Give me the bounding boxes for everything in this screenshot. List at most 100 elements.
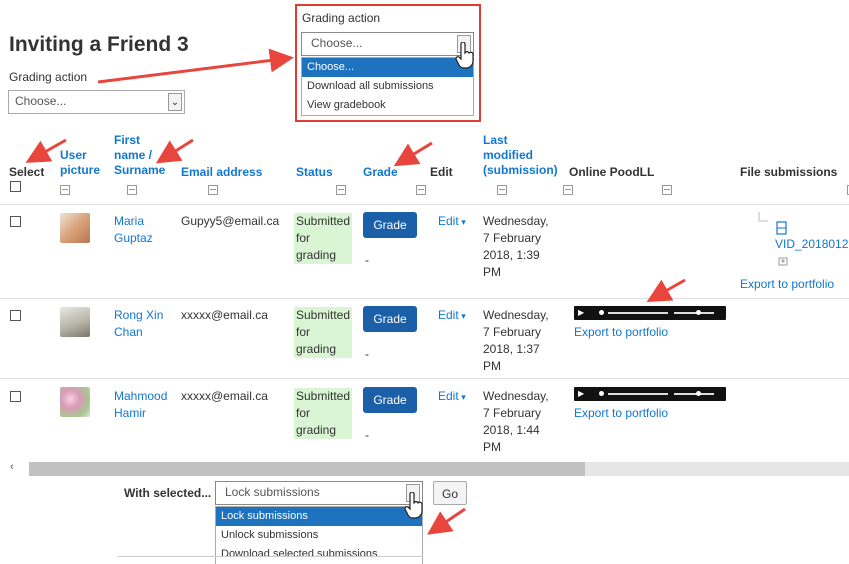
grade-value: -	[365, 347, 369, 361]
col-email[interactable]: Email address	[181, 165, 262, 180]
arrow-to-player	[646, 278, 686, 302]
col-user-picture-line1: User	[60, 148, 87, 162]
option-download-selected[interactable]: Download selected submissions	[216, 545, 422, 564]
student-name[interactable]: Mahmood Hamir	[114, 388, 167, 422]
col-name[interactable]: First name / Surname	[114, 133, 165, 178]
status-line2: for	[296, 231, 311, 245]
collapse-icon[interactable]	[60, 185, 70, 195]
grade-value: -	[365, 428, 369, 442]
file-link[interactable]: VID_2018012	[775, 236, 849, 253]
col-last-modified[interactable]: Last modified (submission)	[483, 133, 558, 178]
col-file-submissions: File submissions	[740, 165, 838, 179]
grade-button[interactable]: Grade	[363, 387, 417, 413]
seek-knob[interactable]	[599, 391, 604, 396]
caret-down-icon: ▾	[458, 392, 466, 402]
student-first-name: Rong Xin	[114, 308, 164, 322]
with-selected-label: With selected...	[124, 486, 212, 500]
seek-bar[interactable]	[608, 393, 668, 395]
collapse-icon[interactable]	[496, 185, 507, 195]
bulk-action-value: Lock submissions	[225, 485, 320, 499]
col-user-picture[interactable]: User picture	[60, 148, 100, 178]
status-line1: Submitted	[296, 389, 351, 403]
collapse-icon[interactable]	[127, 185, 138, 195]
collapse-icon[interactable]	[416, 185, 427, 195]
hand-pointer-icon	[455, 42, 474, 69]
volume-bar[interactable]	[674, 393, 714, 395]
seek-bar[interactable]	[608, 312, 668, 314]
option-unlock-submissions[interactable]: Unlock submissions	[216, 526, 422, 545]
status-line1: Submitted	[296, 214, 351, 228]
modified-line4: PM	[483, 265, 501, 279]
modified-line2: 7 February	[483, 231, 542, 245]
arrow-to-bulk-options	[427, 507, 466, 535]
modified-line3: 2018, 1:37	[483, 342, 540, 356]
file-icon	[776, 221, 787, 235]
seek-knob[interactable]	[599, 310, 604, 315]
status-line2: for	[296, 325, 311, 339]
collapse-icon[interactable]	[662, 185, 673, 195]
grading-action-value: Choose...	[15, 94, 67, 108]
col-name-line3: Surname	[114, 163, 166, 177]
collapse-icon[interactable]	[563, 185, 574, 195]
page-title: Inviting a Friend 3	[9, 33, 189, 56]
grade-button[interactable]: Grade	[363, 306, 417, 332]
status-badge: Submitted for grading	[294, 213, 352, 264]
poodll-export-portfolio[interactable]: Export to portfolio	[574, 405, 668, 422]
audio-player[interactable]: ▶	[574, 387, 726, 401]
option-lock-submissions[interactable]: Lock submissions	[216, 507, 422, 526]
edit-menu[interactable]: Edit ▾	[438, 388, 466, 406]
row-checkbox[interactable]	[10, 391, 21, 402]
option-choose[interactable]: Choose...	[302, 58, 473, 77]
volume-knob[interactable]	[696, 391, 701, 396]
student-name[interactable]: Maria Guptaz	[114, 213, 153, 247]
form-divider	[118, 556, 423, 557]
edit-menu[interactable]: Edit ▾	[438, 307, 466, 325]
option-view-gradebook[interactable]: View gradebook	[302, 96, 473, 115]
col-grade[interactable]: Grade	[363, 165, 398, 180]
modified-line2: 7 February	[483, 406, 542, 420]
email: xxxxx@email.ca	[181, 308, 268, 322]
modified-line3: 2018, 1:44	[483, 423, 540, 437]
scrollbar-thumb[interactable]	[29, 462, 585, 476]
student-surname: Hamir	[114, 406, 146, 420]
hand-pointer-icon	[404, 492, 423, 519]
arrow-to-name	[155, 138, 194, 164]
row-checkbox[interactable]	[10, 310, 21, 321]
popup-grading-action-select[interactable]: Choose... ⌄	[301, 32, 474, 56]
col-edit: Edit	[430, 165, 453, 179]
modified-line4: PM	[483, 440, 501, 454]
student-first-name: Maria	[114, 214, 145, 228]
edit-label: Edit	[438, 389, 459, 403]
edit-menu[interactable]: Edit ▾	[438, 213, 466, 231]
portfolio-icon[interactable]	[778, 256, 788, 266]
grade-value: -	[365, 253, 369, 267]
poodll-export-portfolio[interactable]: Export to portfolio	[574, 324, 668, 341]
option-download-all[interactable]: Download all submissions	[302, 77, 473, 96]
play-icon[interactable]: ▶	[578, 390, 584, 398]
file-export-portfolio[interactable]: Export to portfolio	[740, 276, 834, 293]
col-name-line1: First	[114, 133, 141, 147]
chevron-left-icon[interactable]: ‹	[10, 461, 14, 473]
col-name-line2: name /	[114, 148, 153, 162]
modified-line3: 2018, 1:39	[483, 248, 540, 262]
go-button[interactable]: Go	[433, 481, 467, 505]
grading-action-select[interactable]: Choose... ⌄	[8, 90, 185, 114]
play-icon[interactable]: ▶	[578, 309, 584, 317]
col-status[interactable]: Status	[296, 165, 333, 180]
row-divider	[0, 298, 849, 299]
student-name[interactable]: Rong Xin Chan	[114, 307, 163, 341]
bulk-action-select[interactable]: Lock submissions ⌄	[215, 481, 423, 505]
modified-line4: PM	[483, 359, 501, 373]
collapse-icon[interactable]	[336, 185, 347, 195]
row-checkbox[interactable]	[10, 216, 21, 227]
volume-knob[interactable]	[696, 310, 701, 315]
grade-button[interactable]: Grade	[363, 212, 417, 238]
collapse-icon[interactable]	[207, 185, 218, 195]
select-all-checkbox[interactable]	[10, 181, 21, 192]
popup-grading-action-value: Choose...	[311, 36, 363, 50]
audio-player[interactable]: ▶	[574, 306, 726, 320]
last-modified: Wednesday, 7 February 2018, 1:44 PM	[483, 388, 549, 456]
col-select: Select	[9, 165, 45, 179]
email: Gupyy5@email.ca	[181, 214, 280, 228]
volume-bar[interactable]	[674, 312, 714, 314]
